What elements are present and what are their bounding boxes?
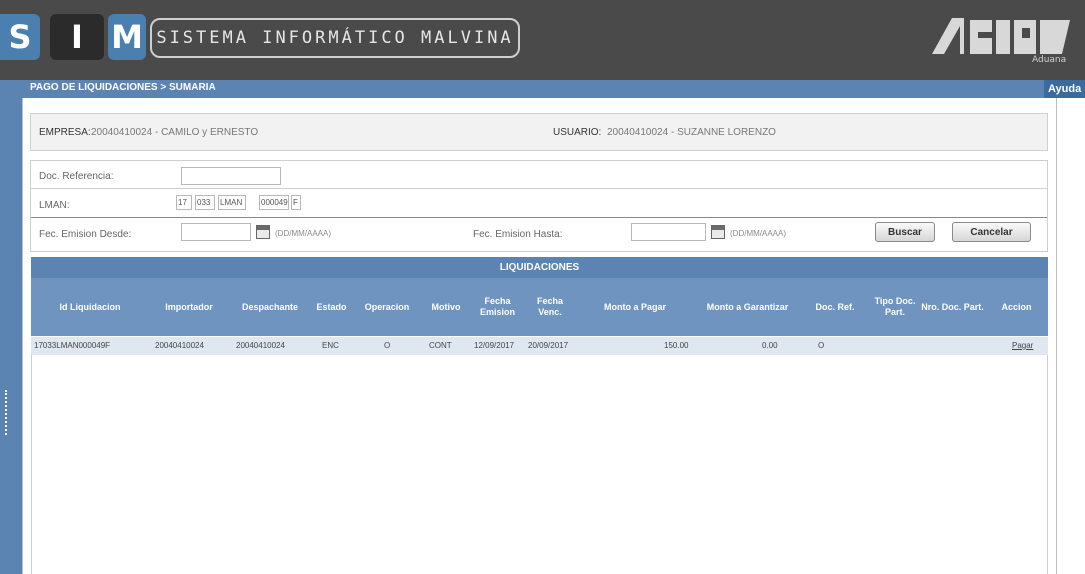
cell-despachante: 20040410024: [236, 341, 285, 350]
buscar-button[interactable]: Buscar: [875, 222, 935, 242]
col-estado: Estado: [316, 301, 347, 312]
col-accion: Accion: [1001, 301, 1032, 312]
lman-check-input[interactable]: F: [291, 195, 301, 210]
cell-importador: 20040410024: [155, 341, 204, 350]
col-operacion: Operacion: [364, 301, 410, 312]
cell-monto-pagar: 150.00: [664, 341, 689, 350]
fecha-hasta-input[interactable]: [631, 223, 706, 241]
doc-ref-input[interactable]: [181, 167, 281, 185]
cell-id: 17033LMAN000049F: [34, 341, 111, 350]
cell-doc-ref: O: [818, 341, 825, 350]
empresa-value: 20040410024 - CAMILO y ERNESTO: [91, 127, 259, 138]
collapse-handle-icon[interactable]: [5, 390, 11, 435]
search-form: Doc. Referencia: LMAN: 17 033 LMAN 00004…: [30, 160, 1048, 252]
col-importador: Importador: [165, 301, 213, 312]
date-format-hint: (DD/MM/AAAA): [730, 229, 786, 238]
sim-logo-m: M: [108, 14, 146, 60]
session-info-box: EMPRESA: 20040410024 - CAMILO y ERNESTO …: [30, 113, 1048, 151]
col-fecha-venc: Fecha Venc.: [536, 296, 563, 317]
lman-label: LMAN:: [39, 200, 70, 211]
breadcrumb: PAGO DE LIQUIDACIONES > SUMARIA: [30, 82, 216, 93]
table-title: LIQUIDACIONES: [31, 257, 1048, 278]
afip-logo: [932, 18, 1070, 54]
cell-fecha-venc: 20/09/2017: [528, 341, 569, 350]
usuario-value: 20040410024 - SUZANNE LORENZO: [607, 127, 776, 138]
calendar-icon[interactable]: [256, 225, 270, 239]
cancelar-button[interactable]: Cancelar: [952, 222, 1031, 242]
cell-operacion: O: [384, 341, 391, 350]
sim-logo-s: S: [0, 14, 40, 60]
table-body-empty-area: [31, 355, 1048, 574]
fecha-desde-input[interactable]: [181, 223, 251, 241]
divider: [31, 217, 1047, 218]
lman-aduana-input[interactable]: 033: [195, 195, 215, 210]
app-header: S I M SISTEMA INFORMÁTICO MALVINA Aduana: [0, 0, 1085, 80]
cell-monto-garantizar: 0.00: [762, 341, 778, 350]
desde-label: Fec. Emision Desde:: [39, 229, 132, 240]
col-doc-ref: Doc. Ref.: [815, 301, 855, 312]
col-fecha-emision: Fecha Emision: [479, 296, 515, 317]
col-id-liquidacion: Id Liquidacion: [59, 301, 121, 312]
cell-estado: ENC: [322, 341, 339, 350]
empresa-label: EMPRESA:: [39, 127, 91, 138]
date-format-hint: (DD/MM/AAAA): [275, 229, 331, 238]
usuario-label: USUARIO:: [553, 127, 602, 138]
sim-logo-i: I: [50, 14, 104, 60]
col-monto-garantizar: Monto a Garantizar: [706, 301, 789, 312]
lman-year-input[interactable]: 17: [176, 195, 192, 210]
lman-type-input[interactable]: LMAN: [218, 195, 246, 210]
col-nro-doc-part: Nro. Doc. Part.: [921, 301, 984, 312]
col-tipo-doc-part: Tipo Doc. Part.: [874, 296, 916, 317]
left-side-bar: [0, 80, 22, 574]
cell-fecha-emision: 12/09/2017: [474, 341, 515, 350]
system-title: SISTEMA INFORMÁTICO MALVINA: [150, 18, 520, 58]
calendar-icon[interactable]: [711, 225, 725, 239]
cell-motivo: CONT: [429, 341, 452, 350]
divider: [31, 188, 1047, 189]
pagar-link[interactable]: Pagar: [1012, 337, 1033, 355]
afip-subtitle: Aduana: [1032, 55, 1067, 65]
lman-number-input[interactable]: 000049: [259, 195, 289, 210]
doc-ref-label: Doc. Referencia:: [39, 171, 114, 182]
col-monto-pagar: Monto a Pagar: [603, 301, 666, 312]
col-despachante: Despachante: [241, 301, 299, 312]
col-motivo: Motivo: [431, 301, 461, 312]
help-button[interactable]: Ayuda: [1044, 80, 1085, 98]
hasta-label: Fec. Emision Hasta:: [473, 229, 563, 240]
